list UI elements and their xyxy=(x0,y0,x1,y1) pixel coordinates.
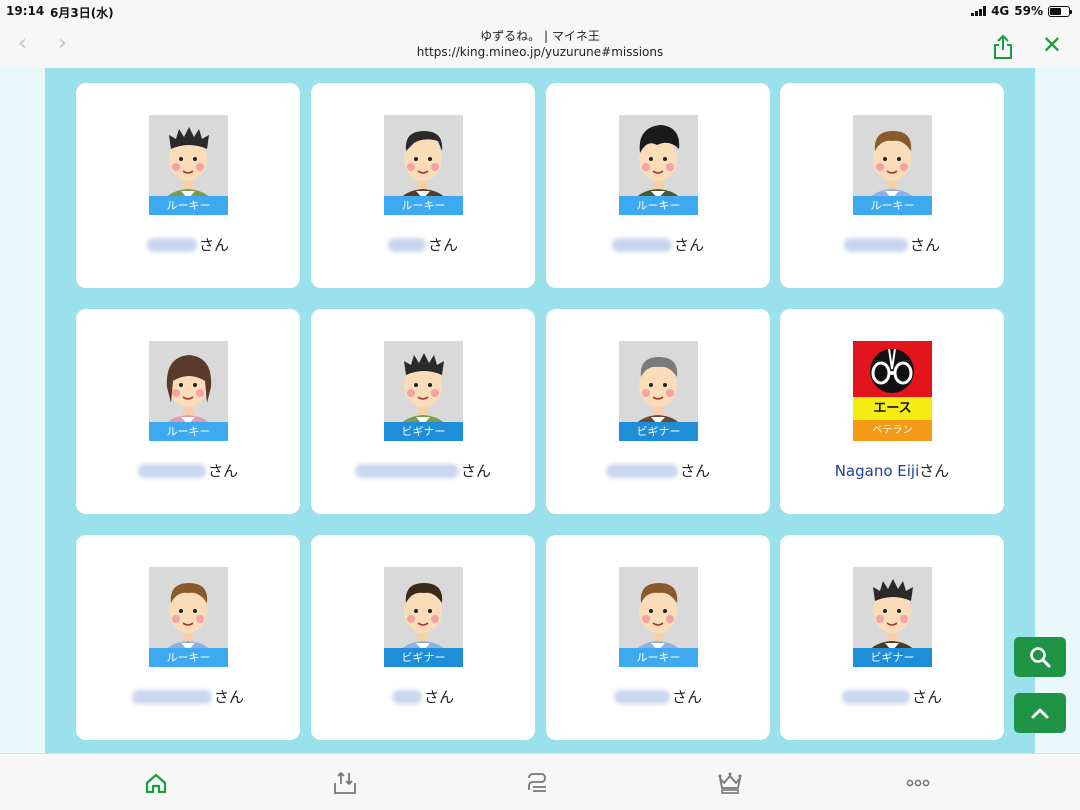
blurred-name[interactable] xyxy=(611,238,672,252)
status-bar: 19:14 6月3日(水) 4G 59% xyxy=(0,0,1080,22)
rank-badge: ルーキー xyxy=(619,648,698,667)
chevron-up-icon xyxy=(1031,708,1049,719)
user-card[interactable]: ルーキー さん xyxy=(311,83,535,288)
crown-icon[interactable] xyxy=(717,770,743,796)
user-name-link[interactable]: Nagano Eiji xyxy=(835,462,920,480)
page-title: ゆずるね。 | マイネ王 xyxy=(480,29,600,43)
blurred-name[interactable] xyxy=(605,464,678,478)
honorific: さん xyxy=(679,462,710,480)
user-avatar[interactable]: ビギナー xyxy=(853,567,932,667)
user-avatar[interactable]: ルーキー xyxy=(619,567,698,667)
user-card[interactable]: ルーキー さん xyxy=(76,309,300,514)
rank-badge: ルーキー xyxy=(149,648,228,667)
user-name: さん xyxy=(546,234,770,255)
more-dots-icon[interactable] xyxy=(905,770,931,796)
search-icon xyxy=(1030,647,1051,668)
rank-badge: ビギナー xyxy=(384,648,463,667)
honorific: さん xyxy=(423,688,454,706)
upload-tray-icon[interactable] xyxy=(332,770,358,796)
honorific: さん xyxy=(207,462,238,480)
user-card[interactable]: ルーキー さん xyxy=(76,535,300,740)
user-name: さん xyxy=(76,686,300,707)
blurred-name[interactable] xyxy=(613,690,670,704)
user-name: Nagano Eijiさん xyxy=(780,460,1004,481)
rank-badge: ルーキー xyxy=(149,422,228,441)
user-card[interactable]: ルーキー さん xyxy=(76,83,300,288)
user-name: さん xyxy=(76,234,300,255)
user-avatar[interactable]: ルーキー xyxy=(853,115,932,215)
page-url: https://king.mineo.jp/yuzurune#missions xyxy=(416,45,664,59)
battery-percent: 59% xyxy=(1014,4,1043,18)
blurred-name[interactable] xyxy=(131,690,212,704)
user-card[interactable]: ルーキー さん xyxy=(546,535,770,740)
blurred-name[interactable] xyxy=(137,464,206,478)
blurred-name[interactable] xyxy=(387,238,426,252)
blurred-name[interactable] xyxy=(146,238,197,252)
rank-badge: ルーキー xyxy=(149,196,228,215)
user-card[interactable]: ルーキー さん xyxy=(546,83,770,288)
battery-icon xyxy=(1048,5,1072,17)
honorific: さん xyxy=(460,462,491,480)
address-display[interactable]: ゆずるね。 | マイネ王 https://king.mineo.jp/yuzur… xyxy=(0,28,1080,60)
user-name: さん xyxy=(76,460,300,481)
honorific: さん xyxy=(427,236,458,254)
home-icon[interactable] xyxy=(143,770,169,796)
status-time: 19:14 xyxy=(6,4,45,18)
status-right: 4G 59% xyxy=(971,4,1072,18)
user-grid: ルーキー さん ルーキー さん ルーキー さん ルーキー さん ルーキー さん … xyxy=(45,68,1035,753)
user-card[interactable]: ビギナー さん xyxy=(311,535,535,740)
user-avatar[interactable]: ルーキー xyxy=(149,567,228,667)
honorific: さん xyxy=(671,688,702,706)
honorific: さん xyxy=(909,236,940,254)
user-name: さん xyxy=(311,234,535,255)
honorific: さん xyxy=(213,688,244,706)
rank-badge: ビギナー xyxy=(384,422,463,441)
user-card[interactable]: ビギナー さん xyxy=(311,309,535,514)
browser-toolbar: ‹ › ゆずるね。 | マイネ王 https://king.mineo.jp/y… xyxy=(0,22,1080,68)
tab-bar xyxy=(0,753,1080,810)
user-card[interactable]: ルーキー さん xyxy=(780,83,1004,288)
rank-badge: ルーキー xyxy=(853,196,932,215)
search-button[interactable] xyxy=(1014,637,1066,677)
user-name: さん xyxy=(780,234,1004,255)
share-icon[interactable] xyxy=(992,34,1014,60)
signal-strength-icon xyxy=(971,6,987,16)
honorific: さん xyxy=(919,462,950,480)
rank-badge: ビギナー xyxy=(619,422,698,441)
honorific: さん xyxy=(911,688,942,706)
ace-emblem xyxy=(853,341,932,397)
honorific: さん xyxy=(673,236,704,254)
user-name: さん xyxy=(546,686,770,707)
blurred-name[interactable] xyxy=(354,464,459,478)
user-avatar[interactable]: ルーキー xyxy=(619,115,698,215)
user-avatar[interactable]: ルーキー xyxy=(384,115,463,215)
chat-bubble-icon[interactable] xyxy=(524,770,550,796)
user-avatar[interactable]: ビギナー xyxy=(619,341,698,441)
ace-badge: エース ベテラン xyxy=(853,341,932,441)
user-name: さん xyxy=(311,460,535,481)
rank-badge: ルーキー xyxy=(384,196,463,215)
scroll-top-button[interactable] xyxy=(1014,693,1066,733)
network-type: 4G xyxy=(991,4,1010,18)
blurred-name[interactable] xyxy=(841,690,910,704)
user-card[interactable]: ビギナー さん xyxy=(780,535,1004,740)
user-avatar[interactable]: ルーキー xyxy=(149,115,228,215)
user-card[interactable]: エース ベテラン Nagano Eijiさん xyxy=(780,309,1004,514)
user-name: さん xyxy=(780,686,1004,707)
close-icon[interactable]: ✕ xyxy=(1042,32,1062,58)
rank-badge: ルーキー xyxy=(619,196,698,215)
user-avatar[interactable]: ビギナー xyxy=(384,567,463,667)
rank-badge: ベテラン xyxy=(853,420,932,441)
rank-badge: ビギナー xyxy=(853,648,932,667)
blurred-name[interactable] xyxy=(843,238,908,252)
user-avatar[interactable]: ビギナー xyxy=(384,341,463,441)
blurred-name[interactable] xyxy=(391,690,422,704)
user-name: さん xyxy=(311,686,535,707)
user-avatar[interactable]: ルーキー xyxy=(149,341,228,441)
honorific: さん xyxy=(198,236,229,254)
status-date: 6月3日(水) xyxy=(50,6,114,20)
ace-label: エース xyxy=(853,397,932,420)
user-name: さん xyxy=(546,460,770,481)
user-card[interactable]: ビギナー さん xyxy=(546,309,770,514)
